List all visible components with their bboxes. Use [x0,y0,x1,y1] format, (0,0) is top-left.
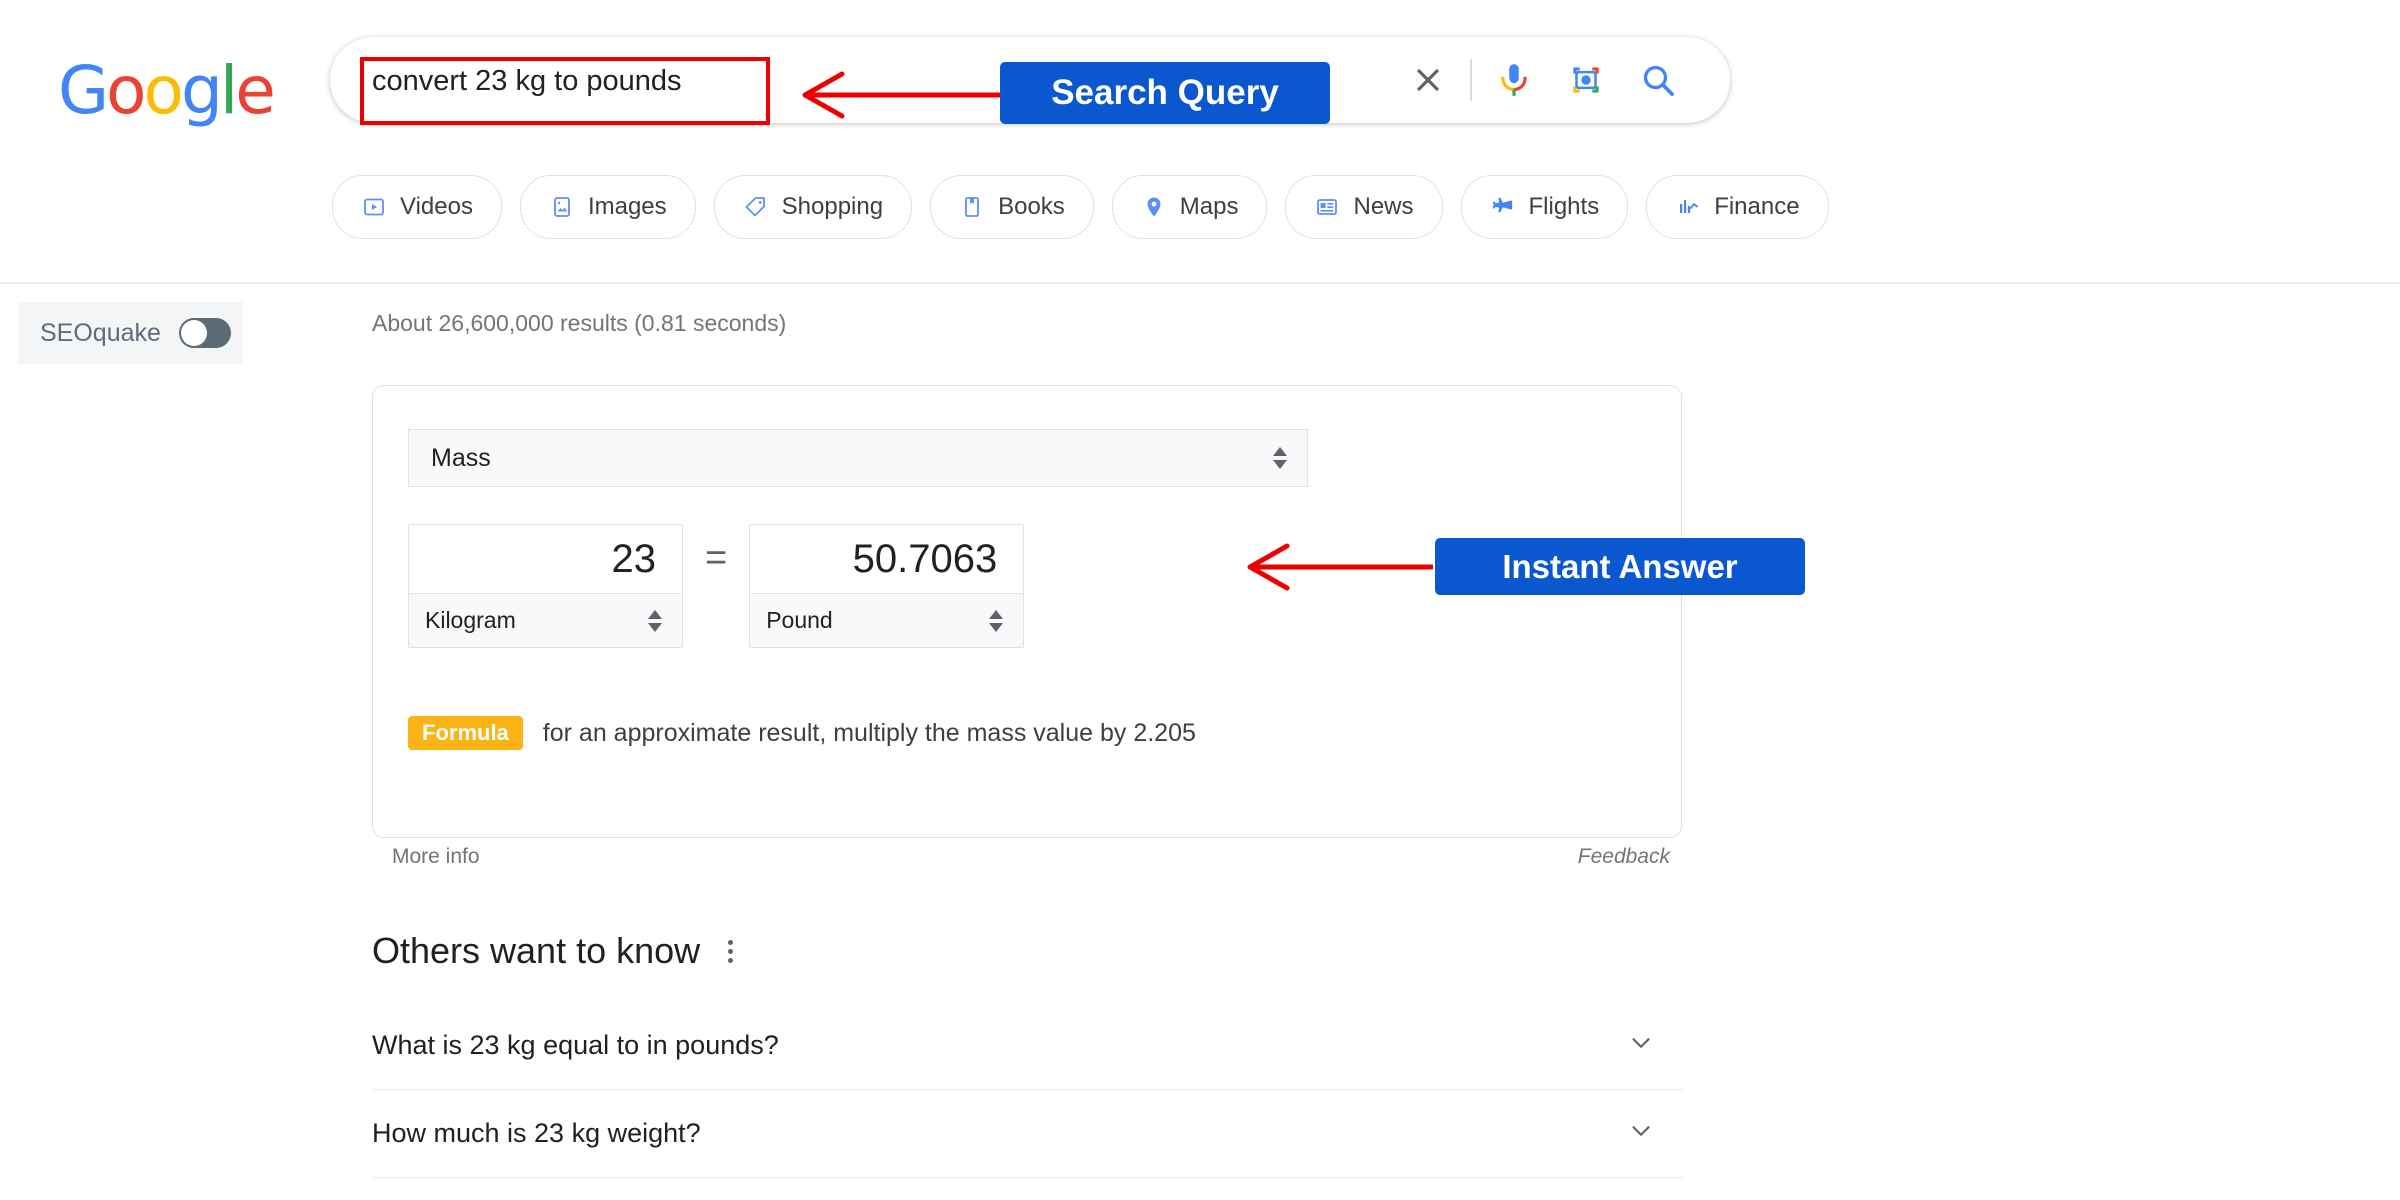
tab-maps[interactable]: Maps [1111,175,1268,239]
formula-row: Formula for an approximate result, multi… [408,716,1196,751]
logo-letter-G: G [58,52,109,129]
search-results-page: Google convert 23 kg to pounds Videos Im… [0,0,2400,1200]
image-icon [549,194,575,220]
tab-videos[interactable]: Videos [332,175,502,239]
to-unit-select[interactable]: Pound [750,593,1024,647]
tab-images-label: Images [587,193,667,220]
close-icon[interactable] [1392,37,1464,123]
finance-chart-icon [1675,194,1701,220]
microphone-icon[interactable] [1478,37,1550,123]
measurement-category-value: Mass [431,443,491,472]
logo-letter-g: g [180,52,223,129]
results-count: About 26,600,000 results (0.81 seconds) [372,310,787,336]
search-input[interactable]: convert 23 kg to pounds [372,66,682,96]
others-want-to-know-header: Others want to know [372,930,737,972]
feedback-link[interactable]: Feedback [1578,845,1670,869]
video-icon [361,194,387,220]
tab-books[interactable]: Books [930,175,1094,239]
section-title: Others want to know [372,930,701,971]
from-value-input[interactable]: 23 [409,525,682,593]
tab-news-label: News [1353,193,1414,220]
from-unit-group: 23 Kilogram [408,524,683,648]
tab-images[interactable]: Images [519,175,696,239]
logo-letter-e: e [235,52,276,129]
more-info-link[interactable]: More info [392,845,480,869]
from-unit-value: Kilogram [425,607,516,633]
equals-sign: = [705,537,728,579]
tab-news[interactable]: News [1285,175,1443,239]
seoquake-label: SEOquake [40,318,161,347]
book-icon [959,194,985,220]
google-logo[interactable]: Google [58,52,276,129]
tab-finance[interactable]: Finance [1646,175,1829,239]
tab-finance-label: Finance [1714,193,1800,220]
tab-books-label: Books [998,193,1065,220]
camera-lens-icon[interactable] [1550,37,1622,123]
tab-shopping-label: Shopping [781,193,884,220]
page-header: Google convert 23 kg to pounds Videos Im… [0,0,2400,284]
faq-question: How much is 23 kg weight? [372,1118,701,1148]
header-divider [0,282,2400,284]
formula-text: for an approximate result, multiply the … [542,718,1196,747]
chevron-updown-icon [648,609,662,632]
tab-maps-label: Maps [1179,193,1239,220]
search-icon[interactable] [1622,37,1694,123]
formula-badge: Formula [408,716,523,751]
annotation-label-instant-answer: Instant Answer [1435,538,1805,595]
logo-letter-o1: o [106,52,146,129]
to-unit-group: 50.7063 Pound [749,524,1025,648]
from-unit-select[interactable]: Kilogram [409,593,682,647]
to-value-input[interactable]: 50.7063 [750,525,1023,593]
seoquake-toggle[interactable] [178,318,231,348]
search-bar-icons [1392,37,1694,123]
chevron-updown-icon [1273,447,1287,469]
faq-list: What is 23 kg equal to in pounds? How mu… [372,1002,1684,1178]
tab-flights-label: Flights [1528,193,1600,220]
airplane-icon [1490,194,1516,220]
annotation-label-search-query: Search Query [1000,62,1330,124]
chevron-down-icon[interactable] [1626,1028,1656,1063]
faq-item[interactable]: How much is 23 kg weight? [372,1090,1684,1178]
seoquake-panel[interactable]: SEOquake [18,302,243,364]
chevron-down-icon[interactable] [1626,1116,1656,1151]
logo-letter-l: l [219,52,238,129]
faq-question: What is 23 kg equal to in pounds? [372,1030,779,1060]
kebab-menu-icon[interactable] [724,936,737,967]
chevron-updown-icon [989,609,1004,632]
icon-divider [1470,59,1472,101]
faq-item[interactable]: What is 23 kg equal to in pounds? [372,1002,1684,1090]
tab-shopping[interactable]: Shopping [713,175,913,239]
tab-videos-label: Videos [400,193,473,220]
converter-fields: 23 Kilogram = 50.7063 Pound [408,524,1025,648]
search-filter-tabs: Videos Images Shopping Books Maps News F… [332,175,1829,239]
measurement-category-select[interactable]: Mass [408,429,1308,487]
unit-converter-card: Mass 23 Kilogram = 50.7063 Pound Formula… [372,385,1682,838]
tab-flights[interactable]: Flights [1460,175,1629,239]
news-icon [1314,194,1340,220]
tag-icon [743,194,769,220]
card-footer: More info Feedback [372,845,1682,881]
toggle-knob [180,320,207,346]
map-pin-icon [1141,194,1167,220]
logo-letter-o2: o [143,52,184,129]
to-unit-value: Pound [766,607,833,633]
